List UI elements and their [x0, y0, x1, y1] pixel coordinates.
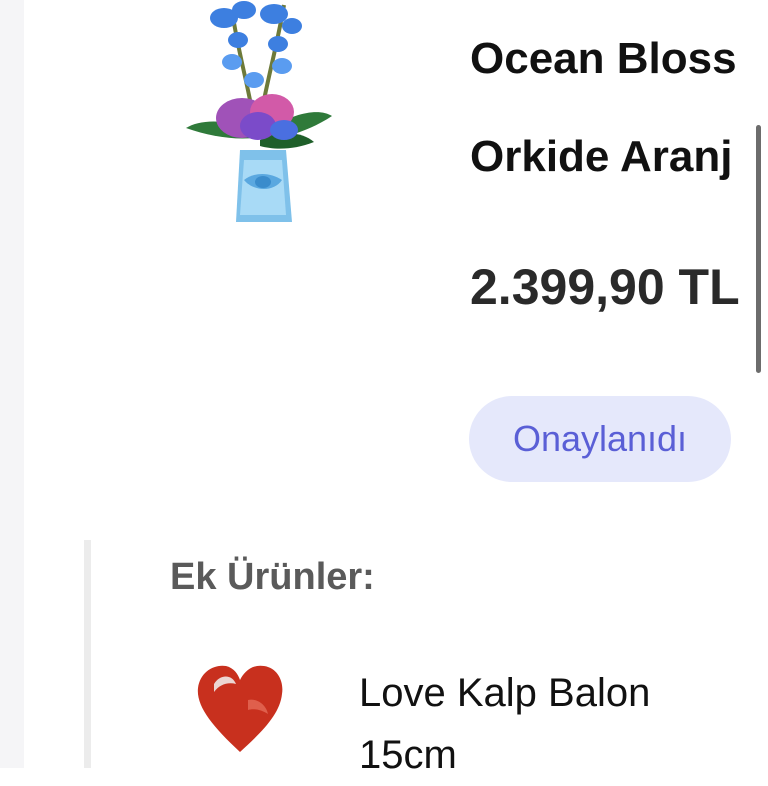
status-badge: Onaylanıdı [469, 396, 731, 482]
heart-balloon-image[interactable] [192, 660, 288, 760]
orchid-product-image[interactable] [174, 0, 344, 240]
product-title-line-2: Orkide Aranj [470, 132, 733, 181]
scrollbar[interactable] [756, 125, 761, 373]
order-item-card: Ocean Bloss Orkide Aranj 2.399,90 TL Ona… [24, 0, 768, 520]
product-title-line-1: Ocean Bloss [470, 34, 737, 83]
product-price: 2.399,90 TL [470, 259, 740, 315]
extras-heading: Ek Ürünler: [170, 556, 375, 598]
product-title[interactable]: Ocean Bloss Orkide Aranj [470, 28, 768, 188]
left-gutter [0, 0, 24, 768]
section-divider [84, 540, 91, 768]
extra-item-name[interactable]: Love Kalp Balon 15cm [359, 662, 759, 786]
extra-products-section: Ek Ürünler: Love Kalp Balon 15cm [84, 540, 768, 777]
